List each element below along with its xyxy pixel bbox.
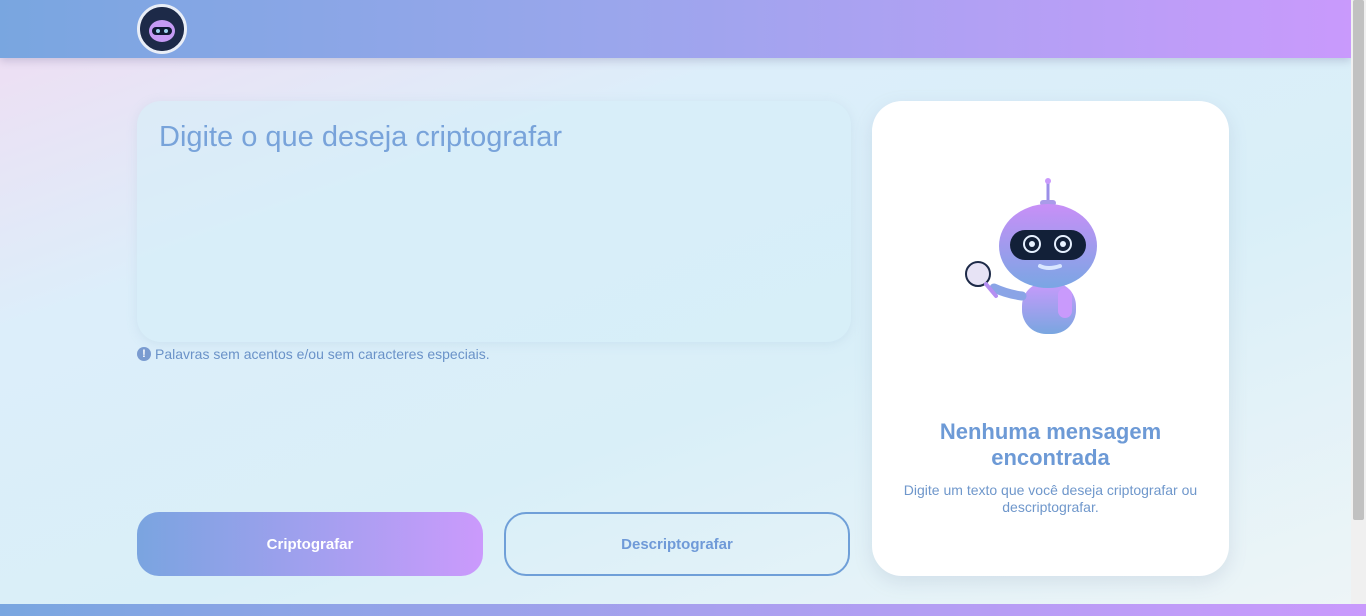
hint-text: Palavras sem acentos e/ou sem caracteres… — [155, 346, 490, 362]
bottom-bar — [0, 604, 1366, 616]
message-input[interactable] — [159, 121, 829, 322]
exclamation-icon: ! — [137, 347, 151, 361]
output-card: Nenhuma mensagem encontrada Digite um te… — [872, 101, 1229, 576]
input-hint: ! Palavras sem acentos e/ou sem caracter… — [137, 345, 490, 363]
robot-magnifier-icon — [962, 176, 1112, 341]
top-header — [0, 0, 1351, 58]
scrollbar-thumb[interactable] — [1353, 0, 1364, 520]
empty-message-title: Nenhuma mensagem encontrada — [939, 419, 1162, 470]
message-input-container — [137, 101, 851, 342]
page-scrollbar[interactable] — [1351, 0, 1366, 604]
encrypt-button[interactable]: Criptografar — [137, 512, 483, 576]
empty-message-text: Digite um texto que você deseja criptogr… — [903, 482, 1198, 515]
robot-logo-icon[interactable] — [137, 4, 187, 54]
decrypt-button[interactable]: Descriptografar — [504, 512, 850, 576]
